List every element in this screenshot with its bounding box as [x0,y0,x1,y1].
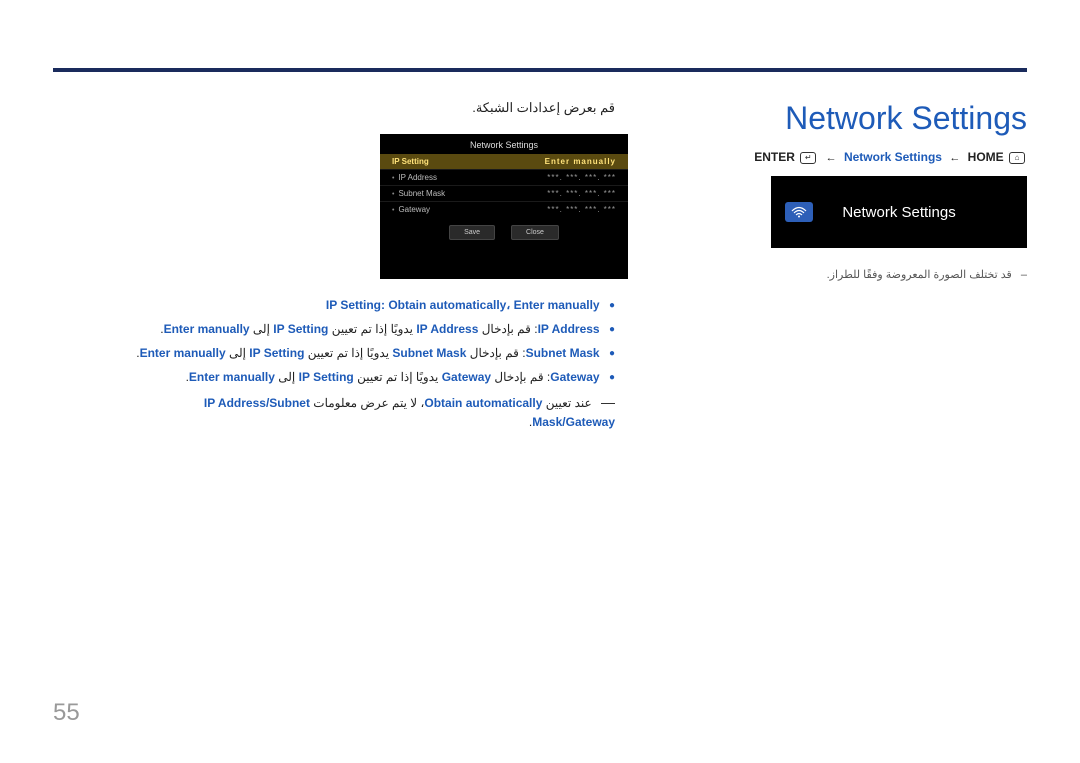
bullet-icon: ● [609,324,615,335]
list-item: ● Subnet Mask: قم بإدخال Subnet Mask يدو… [120,344,615,362]
network-settings-tile: Network Settings [771,176,1027,248]
tile-label: Network Settings [842,204,955,221]
page-title: Network Settings [785,100,1027,137]
close-button[interactable]: Close [511,225,559,240]
bullet-icon: ● [609,348,615,359]
osd-value: ***. ***. ***. *** [547,189,616,198]
network-tile-icon [785,202,813,222]
breadcrumb-enter-label: ENTER [754,150,795,164]
arrow-icon: ← [826,152,837,164]
osd-row-ip-address[interactable]: •IP Address ***. ***. ***. *** [380,169,628,185]
osd-label: IP Setting [392,157,429,166]
note-dash: – [1021,269,1027,281]
intro-text: قم بعرض إعدادات الشبكة. [380,100,615,116]
osd-panel: Network Settings IP Setting Enter manual… [380,134,628,279]
enter-icon: ↵ [800,152,816,164]
home-icon: ⌂ [1009,152,1025,164]
description-list: ● IP Setting: Obtain automatically، Ente… [120,296,615,437]
list-item: ● Gateway: قم بإدخال Gateway يدويًا إذا … [120,368,615,386]
note-text: قد تختلف الصورة المعروضة وفقًا للطراز. [827,269,1012,281]
osd-label: •Subnet Mask [392,189,445,198]
breadcrumb: ENTER ↵ ← Network Settings ← HOME ⌂ [754,150,1027,164]
osd-value: ***. ***. ***. *** [547,173,616,182]
list-item: ● IP Address: قم بإدخال IP Address يدويً… [120,320,615,338]
osd-title: Network Settings [380,134,628,154]
breadcrumb-home-label: HOME [968,150,1004,164]
save-button[interactable]: Save [449,225,495,240]
bullet-icon: ● [609,372,615,383]
osd-row-ip-setting[interactable]: IP Setting Enter manually [380,154,628,169]
osd-row-gateway[interactable]: •Gateway ***. ***. ***. *** [380,201,628,217]
osd-label: •IP Address [392,173,437,182]
breadcrumb-mid: Network Settings [844,150,942,164]
arrow-icon: ← [949,152,960,164]
osd-value: Enter manually [545,157,616,166]
list-item: ― عند تعيين Obtain automatically، لا يتم… [120,392,615,431]
page-number: 55 [53,699,80,727]
osd-buttons: Save Close [380,225,628,240]
model-note: – قد تختلف الصورة المعروضة وفقًا للطراز. [640,268,1027,281]
osd-label: •Gateway [392,205,430,214]
osd-value: ***. ***. ***. *** [547,205,616,214]
osd-row-subnet-mask[interactable]: •Subnet Mask ***. ***. ***. *** [380,185,628,201]
dash-icon: ― [601,394,615,410]
list-item: ● IP Setting: Obtain automatically، Ente… [120,296,615,314]
top-rule [53,68,1027,72]
bullet-icon: ● [609,300,615,311]
